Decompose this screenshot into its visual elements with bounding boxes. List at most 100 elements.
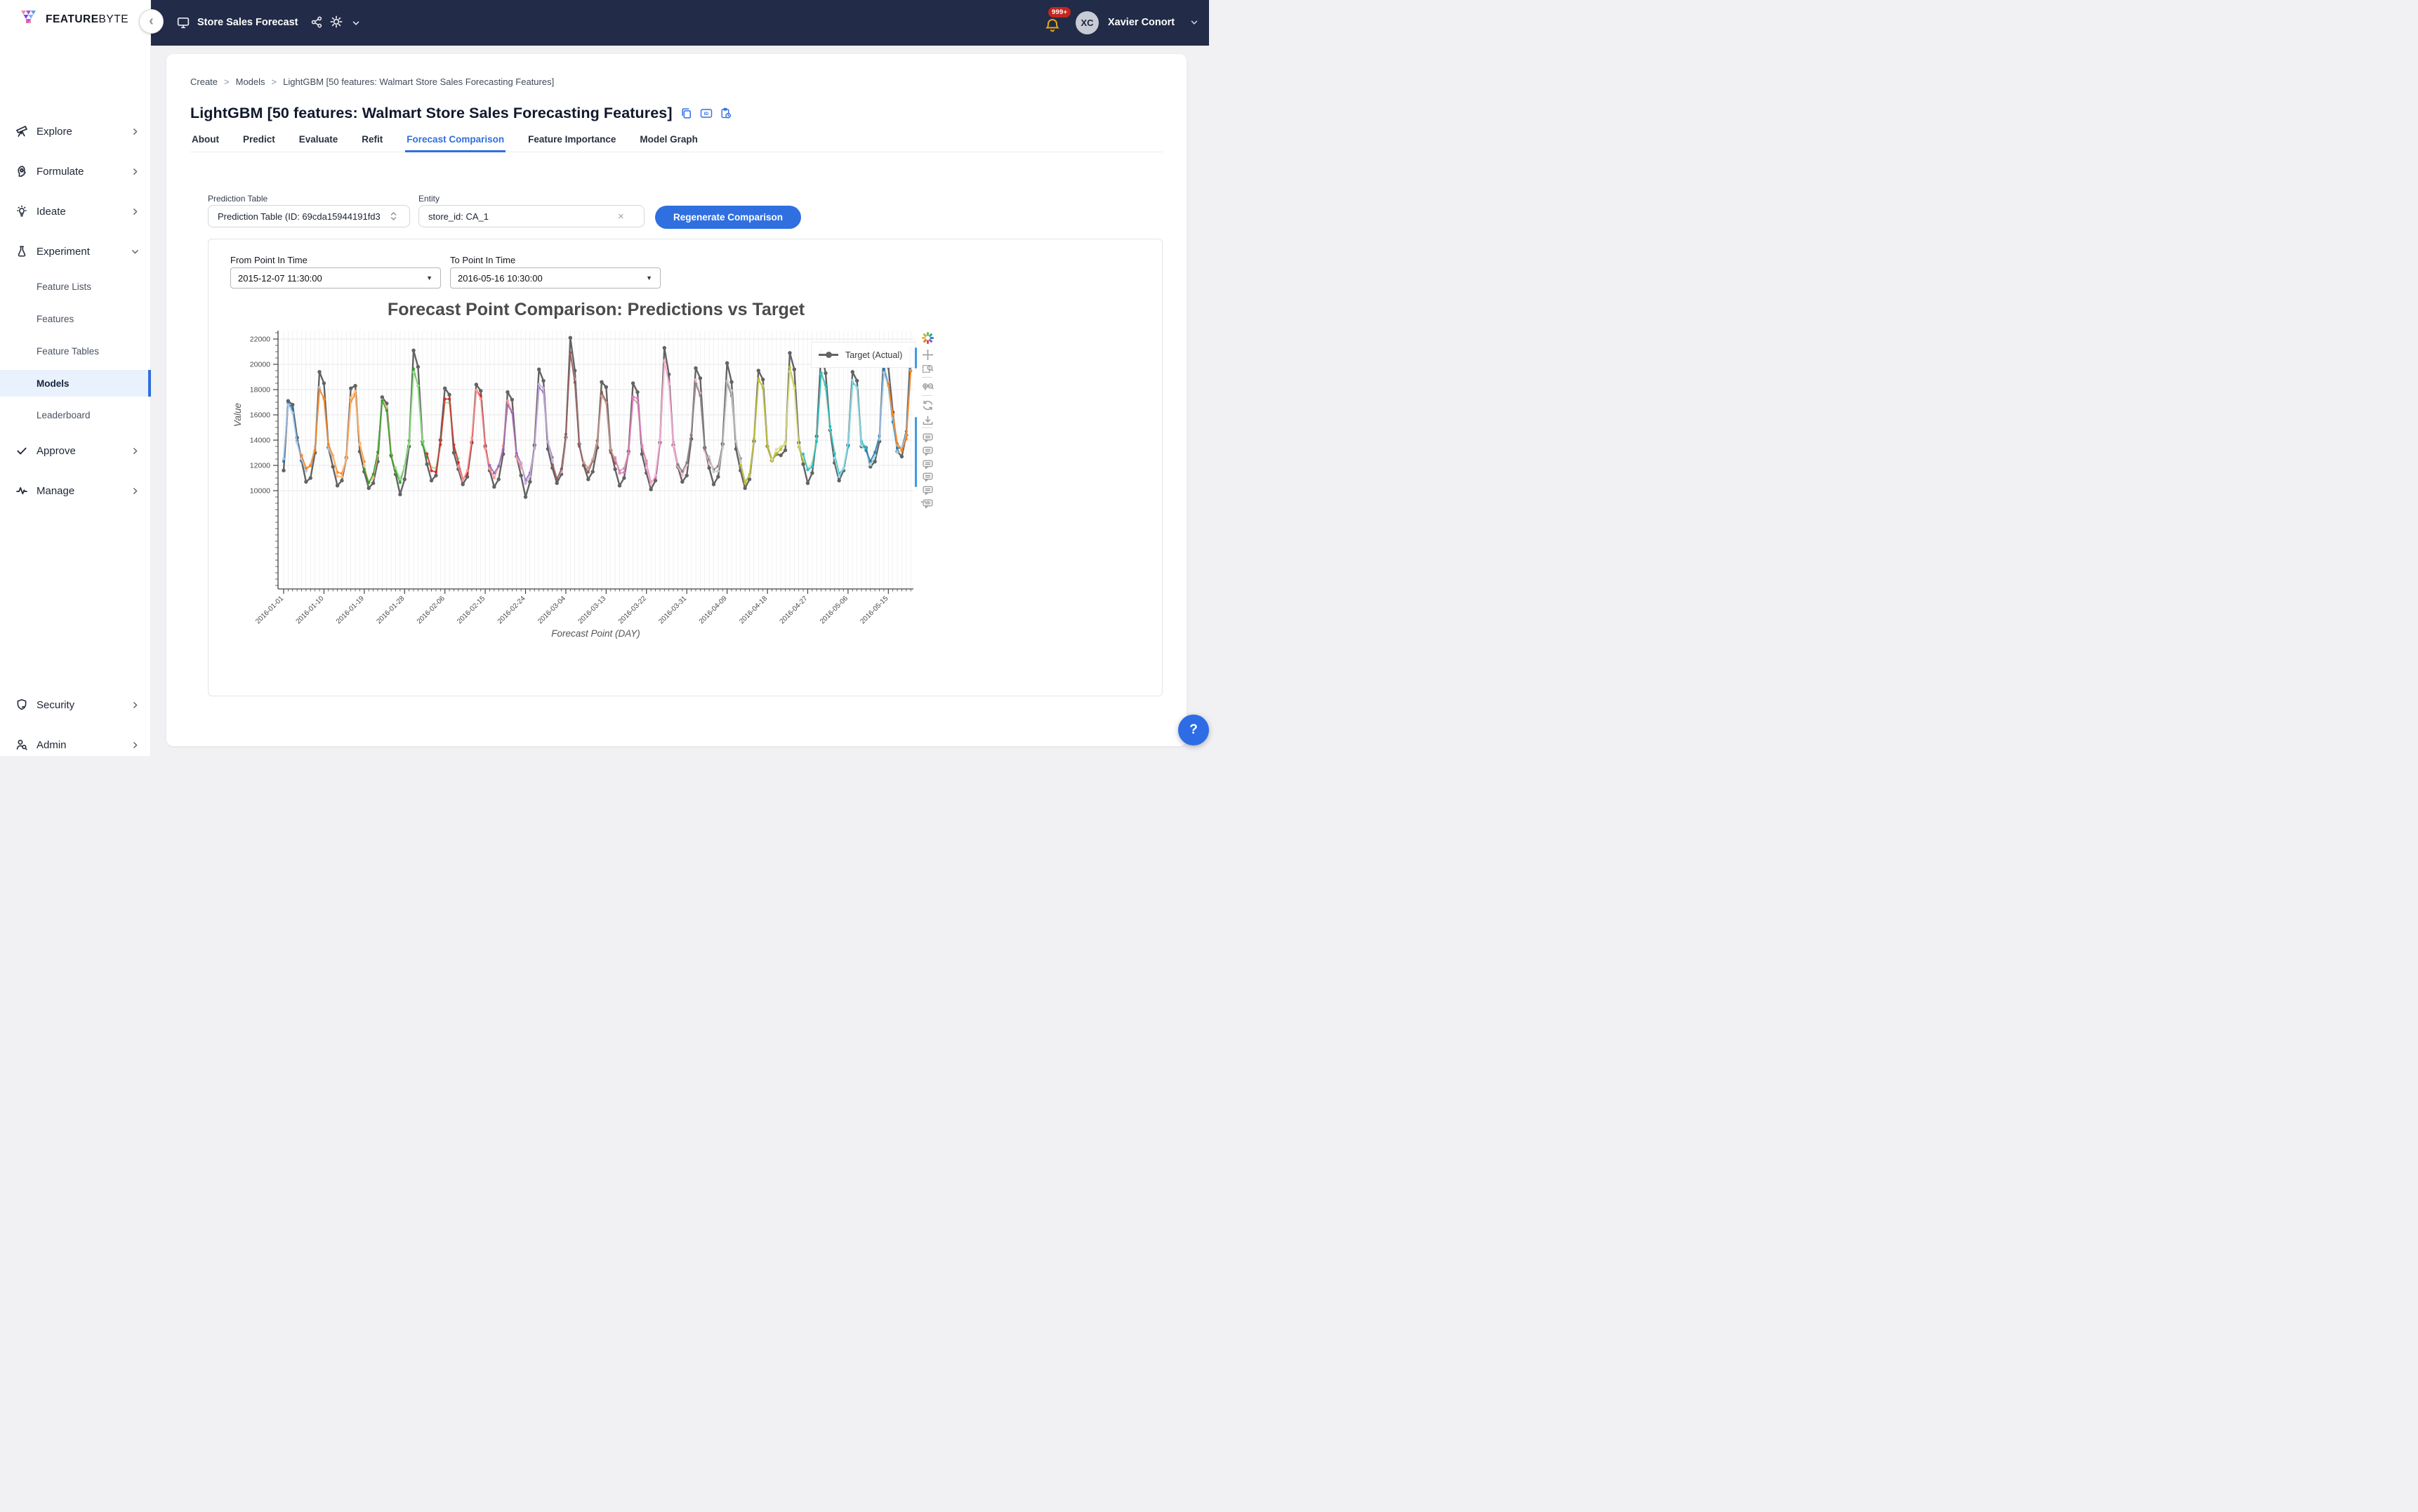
svg-text:2016-01-19: 2016-01-19: [335, 595, 366, 625]
tab-evaluate[interactable]: Evaluate: [298, 130, 340, 152]
user-name[interactable]: Xavier Conort: [1108, 17, 1175, 28]
select-caret-icon: ▼: [646, 274, 652, 281]
sidebar-item-models[interactable]: Models: [0, 370, 151, 397]
sidebar-item-features[interactable]: Features: [0, 305, 151, 332]
chevron-right-icon: [131, 701, 140, 710]
svg-text:10000: 10000: [250, 487, 270, 496]
from-point-label: From Point In Time: [230, 255, 308, 265]
chevron-down-icon: [131, 247, 140, 256]
svg-text:12000: 12000: [250, 462, 270, 470]
from-point-select[interactable]: 2015-12-07 11:30:00 ▼: [230, 267, 441, 289]
svg-text:Forecast Point (DAY): Forecast Point (DAY): [551, 628, 640, 639]
gear-icon[interactable]: [330, 15, 343, 28]
zoom-in-out-icon[interactable]: [920, 380, 934, 394]
avatar[interactable]: XC: [1076, 11, 1099, 34]
comment-icon[interactable]: [920, 430, 934, 444]
sidebar-item-leaderboard[interactable]: Leaderboard: [0, 402, 151, 428]
plotly-logo-icon[interactable]: [920, 331, 934, 345]
to-point-select[interactable]: 2016-05-16 10:30:00 ▼: [450, 267, 661, 289]
comment-icon[interactable]: [920, 457, 934, 471]
lightbulb-icon: [15, 205, 28, 218]
sidebar-item-feature-tables[interactable]: Feature Tables: [0, 338, 151, 364]
page-title-row: LightGBM [50 features: Walmart Store Sal…: [190, 105, 732, 122]
forecast-chart[interactable]: 100001200014000160001800020000220002016-…: [209, 326, 1163, 656]
svg-text:ID: ID: [703, 112, 708, 117]
svg-text:2016-04-18: 2016-04-18: [738, 595, 769, 625]
entity-label: Entity: [418, 194, 440, 204]
svg-text:2016-03-04: 2016-03-04: [536, 595, 567, 625]
sidebar-item-experiment[interactable]: Experiment: [0, 236, 151, 267]
breadcrumb: Create > Models > LightGBM [50 features:…: [190, 77, 554, 87]
workspace-name: Store Sales Forecast: [197, 17, 298, 28]
tab-feature-importance[interactable]: Feature Importance: [527, 130, 617, 152]
featurebyte-logo-icon: [20, 8, 41, 31]
svg-text:2016-05-15: 2016-05-15: [859, 595, 890, 625]
modebar-scrollbar[interactable]: [915, 347, 917, 369]
workspace-monitor-icon: [177, 16, 190, 29]
stepper-chevrons-icon: [390, 211, 397, 221]
page-title: LightGBM [50 features: Walmart Store Sal…: [190, 105, 673, 122]
tab-bar: About Predict Evaluate Refit Forecast Co…: [190, 130, 1163, 152]
logo-text: FEATUREBYTE: [46, 13, 128, 26]
copy-icon[interactable]: [680, 107, 692, 119]
clipboard-history-icon[interactable]: [720, 107, 732, 119]
chevron-right-icon: [131, 167, 140, 176]
sidebar-item-security[interactable]: Security: [0, 689, 151, 720]
tab-model-graph[interactable]: Model Graph: [638, 130, 699, 152]
regenerate-comparison-button[interactable]: Regenerate Comparison: [655, 206, 801, 229]
svg-text:2016-02-24: 2016-02-24: [496, 595, 527, 625]
featurebyte-logo[interactable]: FEATUREBYTE: [20, 8, 128, 31]
comment-icon[interactable]: [920, 470, 934, 484]
id-badge-icon[interactable]: ID: [700, 107, 712, 119]
box-zoom-icon[interactable]: [920, 362, 934, 376]
sidebar-item-ideate[interactable]: Ideate: [0, 196, 151, 227]
svg-text:22000: 22000: [250, 336, 270, 344]
modebar-divider: [922, 377, 932, 378]
prediction-table-label: Prediction Table: [208, 194, 267, 204]
svg-text:16000: 16000: [250, 411, 270, 420]
chevron-right-icon: [131, 486, 140, 496]
breadcrumb-separator: >: [272, 77, 277, 87]
sidebar-item-approve[interactable]: Approve: [0, 435, 151, 466]
content-card: Create > Models > LightGBM [50 features:…: [166, 54, 1187, 746]
sidebar-collapse-button[interactable]: ‹: [139, 9, 164, 34]
help-button[interactable]: ?: [1178, 715, 1209, 745]
breadcrumb-separator: >: [224, 77, 230, 87]
chart-legend[interactable]: Target (Actual): [811, 342, 916, 368]
comment-icon[interactable]: [920, 444, 934, 458]
svg-text:14000: 14000: [250, 437, 270, 445]
svg-text:2016-03-31: 2016-03-31: [657, 595, 688, 625]
reset-axes-icon[interactable]: [920, 398, 934, 412]
sidebar-item-admin[interactable]: Admin: [0, 729, 151, 760]
sidebar-item-manage[interactable]: Manage: [0, 475, 151, 506]
svg-text:2016-04-27: 2016-04-27: [779, 595, 810, 625]
entity-input[interactable]: store_id: CA_1 ×: [418, 205, 645, 227]
tab-forecast-comparison[interactable]: Forecast Comparison: [405, 130, 506, 152]
sidebar-item-feature-lists[interactable]: Feature Lists: [0, 273, 151, 300]
clear-entity-icon[interactable]: ×: [618, 211, 624, 223]
pan-icon[interactable]: [920, 347, 934, 362]
prediction-table-select[interactable]: Prediction Table (ID: 69cda15944191fd3: [208, 205, 410, 227]
tab-predict[interactable]: Predict: [242, 130, 277, 152]
active-indicator-bar: [148, 370, 151, 397]
modebar-more-icon[interactable]: ...: [920, 494, 930, 505]
download-icon[interactable]: [920, 413, 934, 427]
head-gear-icon: [15, 165, 28, 178]
svg-text:Value: Value: [232, 403, 243, 427]
sidebar: FEATUREBYTE Explore Formulate Id: [0, 0, 151, 756]
sidebar-item-formulate[interactable]: Formulate: [0, 156, 151, 187]
breadcrumb-current: LightGBM [50 features: Walmart Store Sal…: [283, 77, 554, 87]
sidebar-item-explore[interactable]: Explore: [0, 116, 151, 147]
svg-text:2016-03-13: 2016-03-13: [577, 595, 608, 625]
tab-about[interactable]: About: [190, 130, 220, 152]
modebar-scrollbar[interactable]: [915, 417, 917, 487]
breadcrumb-create[interactable]: Create: [190, 77, 218, 87]
tab-refit[interactable]: Refit: [360, 130, 384, 152]
user-menu-chevron-down-icon[interactable]: [1189, 18, 1199, 27]
notifications-bell-icon[interactable]: 999+: [1044, 11, 1068, 37]
share-icon[interactable]: [311, 16, 323, 28]
workspace-chevron-down-icon[interactable]: [351, 18, 361, 28]
modebar-divider: [922, 427, 932, 428]
breadcrumb-models[interactable]: Models: [236, 77, 265, 87]
svg-text:2016-05-06: 2016-05-06: [819, 595, 850, 625]
